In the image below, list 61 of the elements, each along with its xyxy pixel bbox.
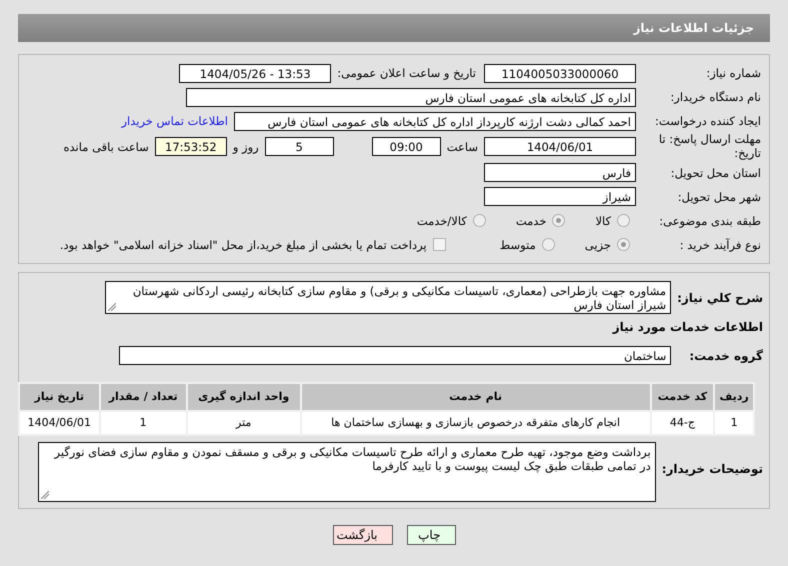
- radio-label: کالا: [595, 214, 611, 228]
- column-header: ردیف: [714, 382, 754, 411]
- radio-button[interactable]: [552, 214, 566, 228]
- column-header: نام خدمت: [300, 382, 651, 411]
- table-cell: 1: [100, 410, 187, 435]
- field-label: شهر محل تحویل:: [676, 190, 762, 204]
- deadline-date-field[interactable]: 1404/06/01: [484, 137, 636, 156]
- section-title: اطلاعات خدمات مورد نیاز: [611, 320, 764, 334]
- field-label: نام دستگاه خریدار:: [669, 90, 762, 104]
- contact-link[interactable]: اطلاعات تماس خریدار: [121, 114, 228, 128]
- radio-label: جزیی: [584, 238, 611, 252]
- radio-label: خدمت: [516, 214, 546, 228]
- field-label: طبقه بندی موضوعی:: [658, 214, 762, 228]
- radio-button[interactable]: [617, 238, 630, 252]
- notes-text: برداشت وضع موجود، تهیه طرح معماری و ارائه طرح تاسیسات مکانیکی و برقی و مسقف نمودن و مقاوم سازی فضای نورگیر در تمامی طبقات طبق چک لیست پیوست و با تایید کارفرما: [54, 444, 651, 473]
- field-label: ایجاد کننده درخواست:: [654, 114, 762, 128]
- table-cell: ج-44: [650, 410, 714, 435]
- buyer-field[interactable]: اداره کل کتابخانه های عمومی استان فارس: [186, 88, 636, 106]
- field-label: شرح کلي نياز:: [677, 290, 764, 305]
- city-field[interactable]: شیراز: [484, 187, 636, 206]
- description-field[interactable]: مشاوره جهت بازطراحی (معماری، تاسیسات مکانیکی و برقی) و مقاوم سازی کتابخانه رئیسی اردکانی شهرستان شیراز استان فارس: [105, 280, 672, 314]
- radio-button[interactable]: [472, 214, 486, 228]
- table-cell: 1: [714, 410, 754, 435]
- radio-button[interactable]: [542, 238, 555, 252]
- table-cell: 1404/06/01: [19, 410, 100, 435]
- column-header: تعداد / مقدار: [100, 382, 187, 411]
- description-text: مشاوره جهت بازطراحی (معماری، تاسیسات مکانیکی و برقی) و مقاوم سازی کتابخانه رئیسی اردکانی شهرستان شیراز استان فارس: [132, 284, 666, 312]
- radio-label: متوسط: [500, 238, 536, 252]
- days-label: روز و: [232, 140, 259, 154]
- province-field[interactable]: فارس: [484, 163, 636, 182]
- field-label: تاریخ و ساعت اعلان عمومی:: [337, 66, 476, 80]
- need-number-field[interactable]: 1104005033000060: [484, 64, 636, 82]
- resize-grip-icon: [108, 302, 116, 311]
- field-label: استان محل تحویل:: [670, 166, 762, 180]
- column-header: واحد اندازه گیری: [186, 382, 301, 411]
- field-label: گروه خدمت:: [689, 348, 764, 363]
- checkbox[interactable]: [432, 238, 446, 252]
- field-label: نوع فرآیند خرید :: [678, 238, 762, 252]
- column-header: کد خدمت: [650, 382, 714, 411]
- back-button[interactable]: بازگشت: [332, 524, 392, 545]
- page-title: جزئیات اطلاعات نیاز: [633, 21, 754, 35]
- buyer-notes-field[interactable]: برداشت وضع موجود، تهیه طرح معماری و ارائه طرح تاسیسات مکانیکی و برقی و مسقف نمودن و مقاوم سازی فضای نورگیر در تمامی طبقات طبق چک لیست پیوست و با تایید کارفرما: [38, 442, 656, 502]
- requester-field[interactable]: احمد کمالی دشت ارژنه کارپرداز اداره کل کتابخانه های عمومی استان فارس: [234, 112, 636, 130]
- column-header: تاریخ نیاز: [19, 382, 100, 411]
- radio-button[interactable]: [617, 214, 630, 228]
- table-cell: انجام کارهای متفرقه درخصوص بازسازی و بهسازی ساختمان ها: [300, 410, 651, 435]
- table-cell: متر: [186, 410, 301, 435]
- service-group-field[interactable]: ساختمان: [119, 346, 672, 366]
- remaining-time-field[interactable]: 17:53:52: [154, 137, 227, 156]
- checkbox-label: پرداخت تمام یا بخشی از مبلغ خرید،از محل "اسناد خزانه اسلامی" خواهد بود.: [60, 238, 427, 252]
- remaining-label: ساعت باقی مانده: [64, 140, 149, 154]
- resize-grip-icon: [40, 490, 49, 499]
- announce-date-field[interactable]: 1404/05/26 - 13:53: [179, 64, 332, 82]
- days-field[interactable]: 5: [264, 137, 334, 156]
- print-button[interactable]: چاپ: [406, 524, 456, 545]
- radio-label: کالا/خدمت: [416, 214, 467, 228]
- field-label: شماره نیاز:: [705, 66, 762, 80]
- deadline-time-field[interactable]: 09:00: [372, 137, 441, 156]
- field-label: توضیحات خریدار:: [662, 462, 764, 476]
- field-label: مهلت ارسال پاسخ: تا تاریخ:: [658, 133, 762, 161]
- time-label: ساعت: [446, 140, 478, 154]
